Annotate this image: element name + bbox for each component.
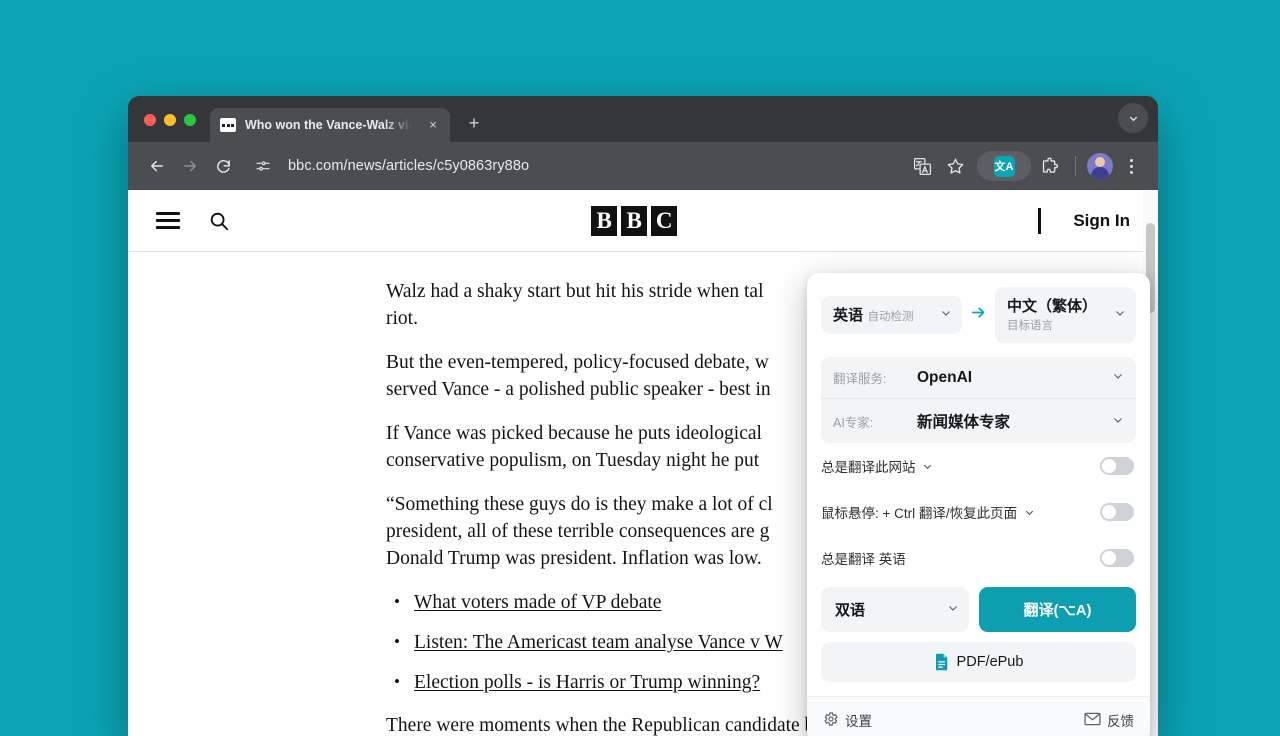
feedback-label: 反馈 bbox=[1107, 714, 1134, 729]
paragraph-line: Walz had a shaky start but hit his strid… bbox=[386, 281, 764, 302]
paragraph-line: But the even-tempered, policy-focused de… bbox=[386, 352, 769, 373]
reload-icon[interactable] bbox=[208, 151, 238, 181]
translate-service-value: OpenAI bbox=[917, 368, 973, 386]
action-row: 双语 翻译(⌥A) bbox=[821, 587, 1136, 632]
paragraph-line: “Something these guys do is they make a … bbox=[386, 494, 773, 515]
source-language-sub: 自动检测 bbox=[867, 311, 914, 323]
immersive-translate-icon: 文A bbox=[993, 155, 1015, 177]
popup-body: 英语 自动检测 中文（繁体） 目标语言 翻译服务: OpenAI AI专家: 新… bbox=[807, 273, 1150, 682]
source-language-name: 英语 bbox=[833, 307, 864, 324]
always-translate-lang-toggle[interactable] bbox=[1100, 549, 1134, 567]
feedback-button[interactable]: 反馈 bbox=[1084, 710, 1134, 730]
mouse-hover-label: 鼠标悬停: + Ctrl 翻译/恢复此页面 bbox=[821, 502, 1100, 522]
settings-button[interactable]: 设置 bbox=[823, 710, 872, 730]
sign-in-button[interactable]: Sign In bbox=[1073, 211, 1130, 231]
ai-expert-label: AI专家: bbox=[833, 415, 874, 430]
popup-footer: 设置 反馈 bbox=[807, 696, 1150, 736]
mouse-hover-row: 鼠标悬停: + Ctrl 翻译/恢复此页面 bbox=[821, 489, 1136, 535]
paragraph-line: conservative populism, on Tuesday night … bbox=[386, 450, 760, 471]
search-icon[interactable] bbox=[208, 210, 230, 232]
toggle-label-text: 鼠标悬停: + Ctrl 翻译/恢复此页面 bbox=[821, 506, 1018, 521]
extensions-puzzle-icon[interactable] bbox=[1034, 151, 1064, 181]
translate-mode-select[interactable]: 双语 bbox=[821, 587, 969, 632]
forward-arrow-icon[interactable] bbox=[175, 151, 205, 181]
chevron-down-icon bbox=[1108, 307, 1126, 322]
always-translate-lang-row: 总是翻译 英语 bbox=[821, 535, 1136, 581]
chevron-down-icon bbox=[1106, 370, 1124, 385]
address-bar[interactable]: bbc.com/news/articles/c5y0863ry88o bbox=[280, 158, 904, 174]
active-extension-button[interactable]: 文A bbox=[977, 151, 1031, 181]
gear-icon bbox=[823, 711, 839, 730]
browser-window: Who won the Vance-Walz vic × + bbc.com/n… bbox=[128, 96, 1158, 736]
always-translate-site-label: 总是翻译此网站 bbox=[821, 456, 1100, 476]
related-link[interactable]: What voters made of VP debate bbox=[414, 592, 661, 613]
paragraph-line: riot. bbox=[386, 308, 418, 329]
translate-service-label: 翻译服务: bbox=[833, 372, 887, 386]
settings-label: 设置 bbox=[845, 714, 872, 729]
target-language-name: 中文（繁体） bbox=[1007, 298, 1098, 315]
always-translate-site-row: 总是翻译此网站 bbox=[821, 443, 1136, 489]
translate-mode-value: 双语 bbox=[835, 602, 866, 619]
translate-button[interactable]: 翻译(⌥A) bbox=[979, 587, 1136, 632]
three-dot-menu-icon[interactable] bbox=[1116, 151, 1146, 181]
window-controls bbox=[128, 114, 210, 142]
hamburger-menu-icon[interactable] bbox=[156, 212, 180, 229]
service-settings-card: 翻译服务: OpenAI AI专家: 新闻媒体专家 bbox=[821, 357, 1136, 443]
language-selector-row: 英语 自动检测 中文（繁体） 目标语言 bbox=[821, 287, 1136, 343]
bbc-site-header: B B C Sign In bbox=[128, 190, 1158, 252]
mouse-hover-toggle[interactable] bbox=[1100, 503, 1134, 521]
target-language-sub: 目标语言 bbox=[1007, 320, 1053, 332]
pdf-epub-button[interactable]: PDF/ePub bbox=[821, 642, 1136, 682]
target-language-select[interactable]: 中文（繁体） 目标语言 bbox=[995, 287, 1136, 343]
bbc-logo-letter: C bbox=[651, 205, 678, 236]
back-arrow-icon[interactable] bbox=[142, 151, 172, 181]
tab-title: Who won the Vance-Walz vic bbox=[245, 118, 415, 132]
close-tab-icon[interactable]: × bbox=[424, 116, 442, 134]
toolbar-divider bbox=[1075, 156, 1076, 176]
related-link[interactable]: Election polls - is Harris or Trump winn… bbox=[414, 672, 760, 693]
maximize-window-button[interactable] bbox=[184, 114, 196, 126]
header-divider bbox=[1038, 207, 1042, 234]
paragraph-line: Donald Trump was president. Inflation wa… bbox=[386, 548, 762, 569]
chevron-down-icon bbox=[1106, 414, 1124, 429]
google-translate-icon[interactable] bbox=[907, 151, 937, 181]
close-window-button[interactable] bbox=[144, 114, 156, 126]
always-translate-lang-label: 总是翻译 英语 bbox=[821, 552, 906, 567]
browser-toolbar: bbc.com/news/articles/c5y0863ry88o 文A bbox=[128, 142, 1158, 190]
paragraph-line: If Vance was picked because he puts ideo… bbox=[386, 423, 762, 444]
swap-direction-arrow-icon bbox=[970, 304, 987, 326]
chevron-down-icon[interactable] bbox=[1021, 510, 1035, 520]
chevron-down-icon bbox=[941, 602, 959, 617]
translate-service-row[interactable]: 翻译服务: OpenAI bbox=[821, 357, 1136, 398]
document-icon bbox=[934, 653, 950, 671]
chevron-down-icon[interactable] bbox=[919, 464, 933, 474]
related-link[interactable]: Listen: The Americast team analyse Vance… bbox=[414, 632, 783, 653]
site-settings-icon[interactable] bbox=[249, 152, 277, 180]
source-language-select[interactable]: 英语 自动检测 bbox=[821, 296, 962, 334]
envelope-icon bbox=[1084, 712, 1101, 729]
always-translate-site-toggle[interactable] bbox=[1100, 457, 1134, 475]
chevron-down-icon[interactable] bbox=[1118, 103, 1148, 133]
toggle-label-text: 总是翻译此网站 bbox=[821, 460, 916, 475]
paragraph-line: president, all of these terrible consequ… bbox=[386, 521, 770, 542]
pdf-epub-label: PDF/ePub bbox=[956, 654, 1024, 670]
bbc-favicon-icon bbox=[220, 118, 236, 132]
bbc-logo[interactable]: B B C bbox=[591, 205, 678, 236]
ai-expert-row[interactable]: AI专家: 新闻媒体专家 bbox=[821, 398, 1136, 443]
bbc-logo-letter: B bbox=[591, 205, 618, 236]
translate-popup: 英语 自动检测 中文（繁体） 目标语言 翻译服务: OpenAI AI专家: 新… bbox=[807, 273, 1150, 736]
ai-expert-value: 新闻媒体专家 bbox=[917, 414, 1011, 431]
star-icon[interactable] bbox=[940, 151, 970, 181]
browser-tab[interactable]: Who won the Vance-Walz vic × bbox=[210, 108, 450, 142]
chevron-down-icon bbox=[934, 307, 952, 322]
profile-avatar[interactable] bbox=[1087, 153, 1113, 179]
minimize-window-button[interactable] bbox=[164, 114, 176, 126]
new-tab-button[interactable]: + bbox=[460, 110, 488, 138]
bbc-logo-letter: B bbox=[621, 205, 648, 236]
tab-strip: Who won the Vance-Walz vic × + bbox=[128, 96, 1158, 142]
paragraph-line: served Vance - a polished public speaker… bbox=[386, 379, 771, 400]
